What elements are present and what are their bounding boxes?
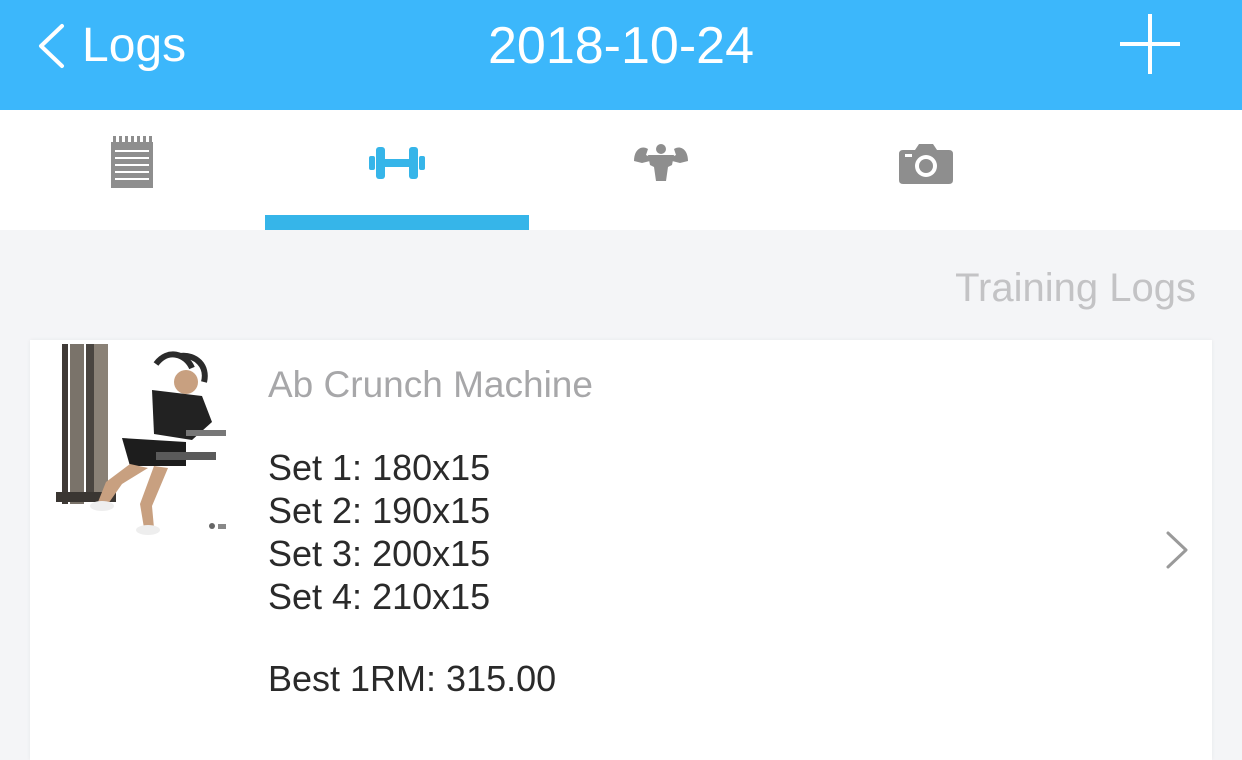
chevron-right-icon	[1166, 531, 1188, 569]
dumbbell-icon	[369, 144, 425, 182]
back-label: Logs	[82, 19, 187, 72]
exercise-name: Ab Crunch Machine	[268, 364, 593, 405]
log-entry-card[interactable]: Ab Crunch Machine Set 1: 180x15 Set 2: 1…	[30, 340, 1212, 760]
page-title: 2018-10-24	[488, 17, 754, 75]
nav-bar: Logs 2018-10-24	[0, 0, 1242, 110]
tab-body[interactable]	[529, 110, 793, 230]
muscle-icon	[632, 143, 690, 183]
notepad-icon	[109, 136, 155, 190]
set-row: Set 2: 190x15	[268, 490, 491, 531]
sets-list: Set 1: 180x15 Set 2: 190x15 Set 3: 200x1…	[268, 446, 490, 618]
exercise-thumbnail	[36, 342, 232, 538]
best-1rm: Best 1RM: 315.00	[268, 658, 557, 699]
plus-icon	[1120, 14, 1180, 74]
set-row: Set 4: 210x15	[268, 576, 491, 617]
tab-notes[interactable]	[0, 110, 264, 230]
active-tab-indicator	[265, 215, 529, 230]
chevron-left-icon	[39, 24, 64, 68]
set-row: Set 1: 180x15	[268, 447, 491, 488]
section-title: Training Logs	[955, 266, 1196, 310]
set-row: Set 3: 200x15	[268, 533, 491, 574]
tab-workouts[interactable]	[265, 110, 529, 230]
camera-icon	[899, 142, 953, 184]
add-button[interactable]	[1118, 12, 1182, 76]
tab-photos[interactable]	[794, 110, 1058, 230]
back-button[interactable]: Logs	[36, 16, 186, 76]
tab-bar	[0, 110, 1242, 230]
